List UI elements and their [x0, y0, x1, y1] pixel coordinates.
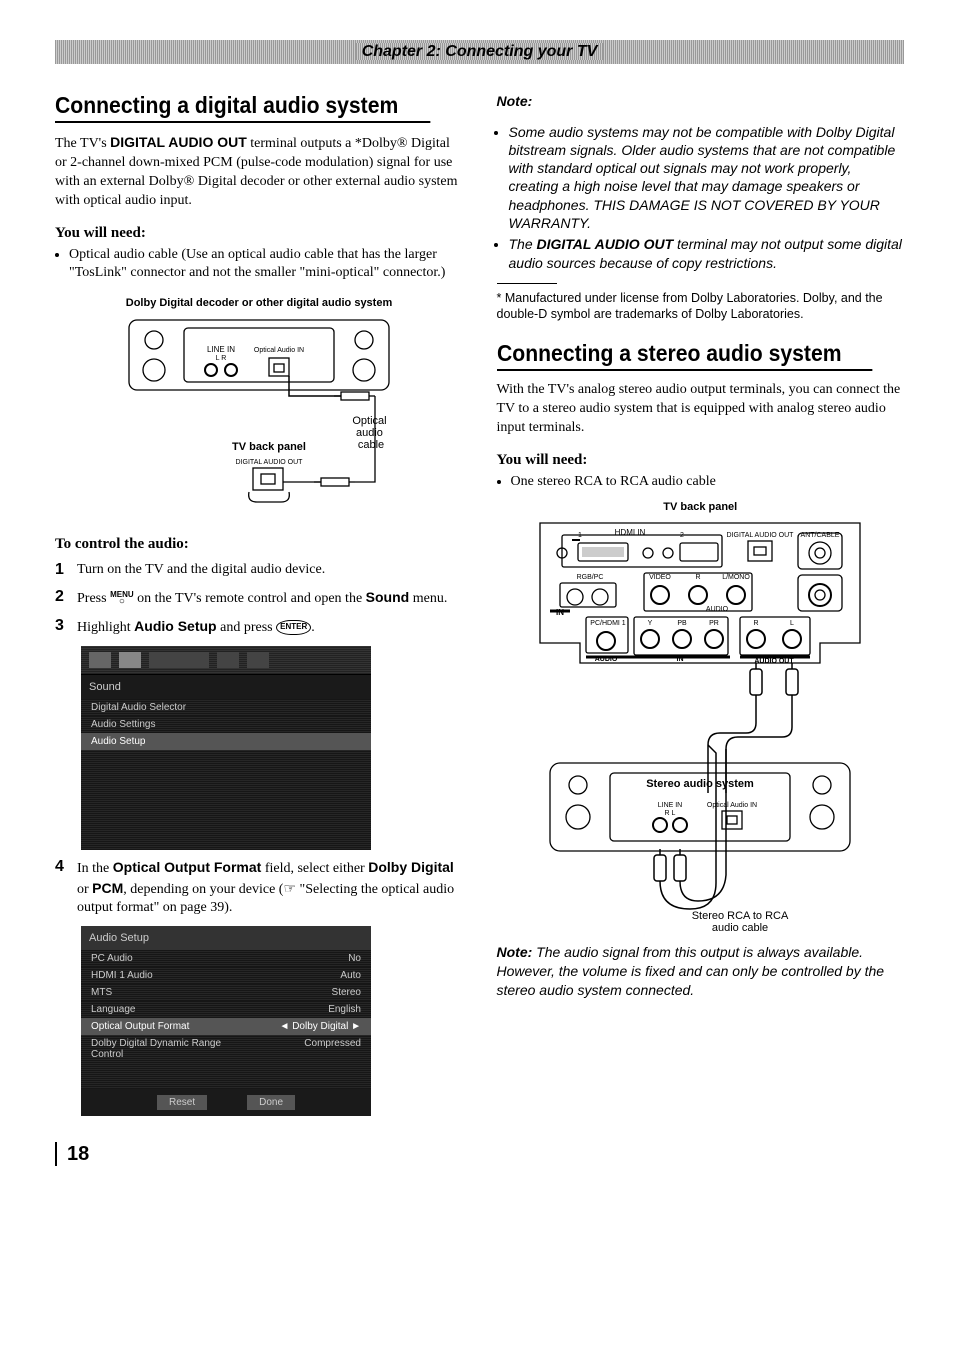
svg-text:PB: PB — [678, 620, 688, 627]
svg-text:LINE IN: LINE IN — [658, 802, 683, 809]
step-4: 4 In the Optical Output Format field, se… — [55, 858, 463, 919]
svg-text:PC/HDMI 1: PC/HDMI 1 — [591, 620, 627, 627]
svg-text:AUDIO OUT: AUDIO OUT — [755, 658, 795, 665]
svg-text:audio cable: audio cable — [712, 922, 768, 933]
chapter-banner: Chapter 2: Connecting your TV — [55, 40, 904, 64]
screen-sound-menu: Sound Digital Audio Selector Audio Setti… — [81, 646, 371, 850]
menu-button-icon: MENU○ — [110, 591, 134, 605]
note-item-1: Some audio systems may not be compatible… — [509, 123, 905, 232]
svg-text:L: L — [790, 620, 794, 627]
need-heading: You will need: — [55, 225, 463, 242]
svg-text:L/MONO: L/MONO — [722, 574, 750, 581]
svg-text:LINE IN: LINE IN — [207, 345, 235, 354]
step-2: 2 Press MENU○ on the TV's remote control… — [55, 588, 463, 609]
figure-stereo-audio: TV back panel HDMI IN 1 2 DIGITAL AUDIO … — [497, 501, 905, 933]
svg-text:R L: R L — [665, 810, 676, 817]
page-number: 18 — [55, 1142, 904, 1166]
svg-text:RGB/PC: RGB/PC — [577, 574, 604, 581]
note-output-fixed: Note: The audio signal from this output … — [497, 943, 905, 1000]
need-item: Optical audio cable (Use an optical audi… — [69, 246, 463, 282]
svg-text:TV back panel: TV back panel — [232, 441, 306, 453]
svg-text:Stereo audio system: Stereo audio system — [646, 778, 754, 790]
svg-text:Optical audio: Optical audio cable — [352, 415, 389, 451]
note-item-2: The DIGITAL AUDIO OUT terminal may not o… — [509, 235, 905, 273]
svg-text:Optical Audio IN: Optical Audio IN — [707, 802, 757, 809]
section-heading-stereo: Connecting a stereo audio system — [497, 340, 872, 371]
dolby-footnote: * Manufactured under license from Dolby … — [497, 290, 905, 323]
svg-text:R: R — [696, 574, 701, 581]
control-heading: To control the audio: — [55, 536, 463, 553]
step-3: 3 Highlight Audio Setup and press ENTER. — [55, 617, 463, 638]
section-heading-digital: Connecting a digital audio system — [55, 92, 430, 123]
svg-text:L R: L R — [215, 355, 226, 362]
svg-text:R: R — [754, 620, 759, 627]
svg-text:AUDIO: AUDIO — [706, 606, 729, 613]
figure-digital-audio: Dolby Digital decoder or other digital a… — [55, 292, 463, 522]
svg-text:VIDEO: VIDEO — [649, 574, 671, 581]
svg-text:Stereo RCA to RCA: Stereo RCA to RCA — [692, 910, 789, 922]
note-label: Note: — [497, 93, 533, 109]
svg-text:Y: Y — [648, 620, 653, 627]
enter-button-icon: ENTER — [276, 620, 311, 635]
svg-text:HDMI IN: HDMI IN — [615, 528, 646, 537]
need-item-stereo: One stereo RCA to RCA audio cable — [511, 473, 905, 491]
svg-text:Dolby Digital decoder or other: Dolby Digital decoder or other digital a… — [126, 297, 393, 309]
svg-text:Optical Audio IN: Optical Audio IN — [254, 347, 304, 354]
svg-text:DIGITAL AUDIO OUT: DIGITAL AUDIO OUT — [235, 459, 303, 466]
svg-text:DIGITAL AUDIO OUT: DIGITAL AUDIO OUT — [727, 532, 795, 539]
step-1: 1 Turn on the TV and the digital audio d… — [55, 561, 463, 580]
svg-text:PR: PR — [709, 620, 719, 627]
need-heading-stereo: You will need: — [497, 452, 905, 469]
screen-audio-setup: Audio Setup PC AudioNo HDMI 1 AudioAuto … — [81, 926, 371, 1116]
intro-para: The TV's DIGITAL AUDIO OUT terminal outp… — [55, 133, 463, 211]
stereo-intro: With the TV's analog stereo audio output… — [497, 381, 905, 438]
